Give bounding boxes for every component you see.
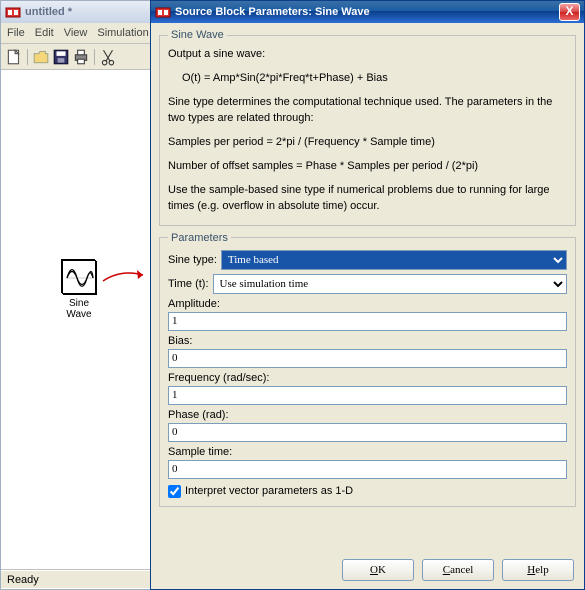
sine-type-select[interactable]: Time based — [221, 250, 567, 270]
sine-type-label: Sine type: — [168, 254, 217, 266]
interpret-vector-row: Interpret vector parameters as 1-D — [168, 485, 567, 498]
interpret-vector-checkbox[interactable] — [168, 485, 181, 498]
sine-wave-block[interactable]: Sine Wave — [56, 260, 102, 320]
simulink-icon — [5, 4, 21, 20]
time-t-label: Time (t): — [168, 278, 209, 290]
phase-input[interactable] — [168, 423, 567, 442]
toolbar-separator — [94, 49, 95, 65]
interpret-vector-label: Interpret vector parameters as 1-D — [185, 485, 353, 497]
model-statusbar: Ready — [1, 570, 154, 588]
amplitude-input[interactable] — [168, 312, 567, 331]
desc-line: Sine type determines the computational t… — [168, 95, 567, 127]
print-icon[interactable] — [72, 48, 90, 66]
time-t-select[interactable]: Use simulation time — [213, 274, 567, 294]
frequency-label: Frequency (rad/sec): — [168, 372, 567, 384]
model-titlebar: untitled * — [1, 1, 154, 23]
time-t-row: Time (t): Use simulation time — [168, 274, 567, 294]
sine-type-row: Sine type: Time based — [168, 250, 567, 270]
sample-time-field: Sample time: — [168, 446, 567, 479]
parameters-legend: Parameters — [168, 232, 231, 244]
button-row: OK Cancel Help — [342, 559, 574, 581]
amplitude-field: Amplitude: — [168, 298, 567, 331]
dialog-title: Source Block Parameters: Sine Wave — [175, 6, 370, 18]
menu-view[interactable]: View — [60, 25, 92, 41]
menu-file[interactable]: File — [3, 25, 29, 41]
close-button[interactable]: X — [559, 3, 580, 21]
desc-line: Output a sine wave: — [168, 47, 567, 63]
dialog-titlebar: Source Block Parameters: Sine Wave X — [151, 1, 584, 23]
bias-input[interactable] — [168, 349, 567, 368]
bias-label: Bias: — [168, 335, 567, 347]
simulink-icon — [155, 4, 171, 20]
menu-edit[interactable]: Edit — [31, 25, 58, 41]
ok-button[interactable]: OK — [342, 559, 414, 581]
block-label: Sine Wave — [56, 298, 102, 320]
model-window: untitled * File Edit View Simulation Sin… — [0, 0, 155, 590]
new-icon[interactable] — [5, 48, 23, 66]
frequency-field: Frequency (rad/sec): — [168, 372, 567, 405]
toolbar-separator — [27, 49, 28, 65]
phase-label: Phase (rad): — [168, 409, 567, 421]
sine-wave-group: Sine Wave Output a sine wave: O(t) = Amp… — [159, 29, 576, 226]
sample-time-label: Sample time: — [168, 446, 567, 458]
model-canvas[interactable]: Sine Wave — [1, 70, 154, 570]
frequency-input[interactable] — [168, 386, 567, 405]
phase-field: Phase (rad): — [168, 409, 567, 442]
source-block-parameters-dialog: Source Block Parameters: Sine Wave X Sin… — [150, 0, 585, 590]
sample-time-input[interactable] — [168, 460, 567, 479]
help-button[interactable]: Help — [502, 559, 574, 581]
sine-wave-block-icon — [62, 260, 96, 294]
desc-formula: O(t) = Amp*Sin(2*pi*Freq*t+Phase) + Bias — [168, 71, 567, 87]
cut-icon[interactable] — [99, 48, 117, 66]
model-title: untitled * — [25, 6, 72, 18]
dialog-body: Sine Wave Output a sine wave: O(t) = Amp… — [151, 23, 584, 589]
bias-field: Bias: — [168, 335, 567, 368]
sine-wave-description: Output a sine wave: O(t) = Amp*Sin(2*pi*… — [168, 47, 567, 215]
desc-line: Samples per period = 2*pi / (Frequency *… — [168, 135, 567, 151]
desc-line: Use the sample-based sine type if numeri… — [168, 183, 567, 215]
close-icon: X — [565, 4, 573, 18]
desc-line: Number of offset samples = Phase * Sampl… — [168, 159, 567, 175]
save-icon[interactable] — [52, 48, 70, 66]
amplitude-label: Amplitude: — [168, 298, 567, 310]
model-menubar: File Edit View Simulation — [1, 23, 154, 44]
sine-wave-legend: Sine Wave — [168, 29, 227, 41]
open-icon[interactable] — [32, 48, 50, 66]
cancel-button[interactable]: Cancel — [422, 559, 494, 581]
status-text: Ready — [7, 574, 39, 586]
menu-simulation[interactable]: Simulation — [93, 25, 152, 41]
parameters-group: Parameters Sine type: Time based Time (t… — [159, 232, 576, 507]
pointer-arrow-icon — [101, 267, 151, 287]
model-toolbar — [1, 44, 154, 70]
